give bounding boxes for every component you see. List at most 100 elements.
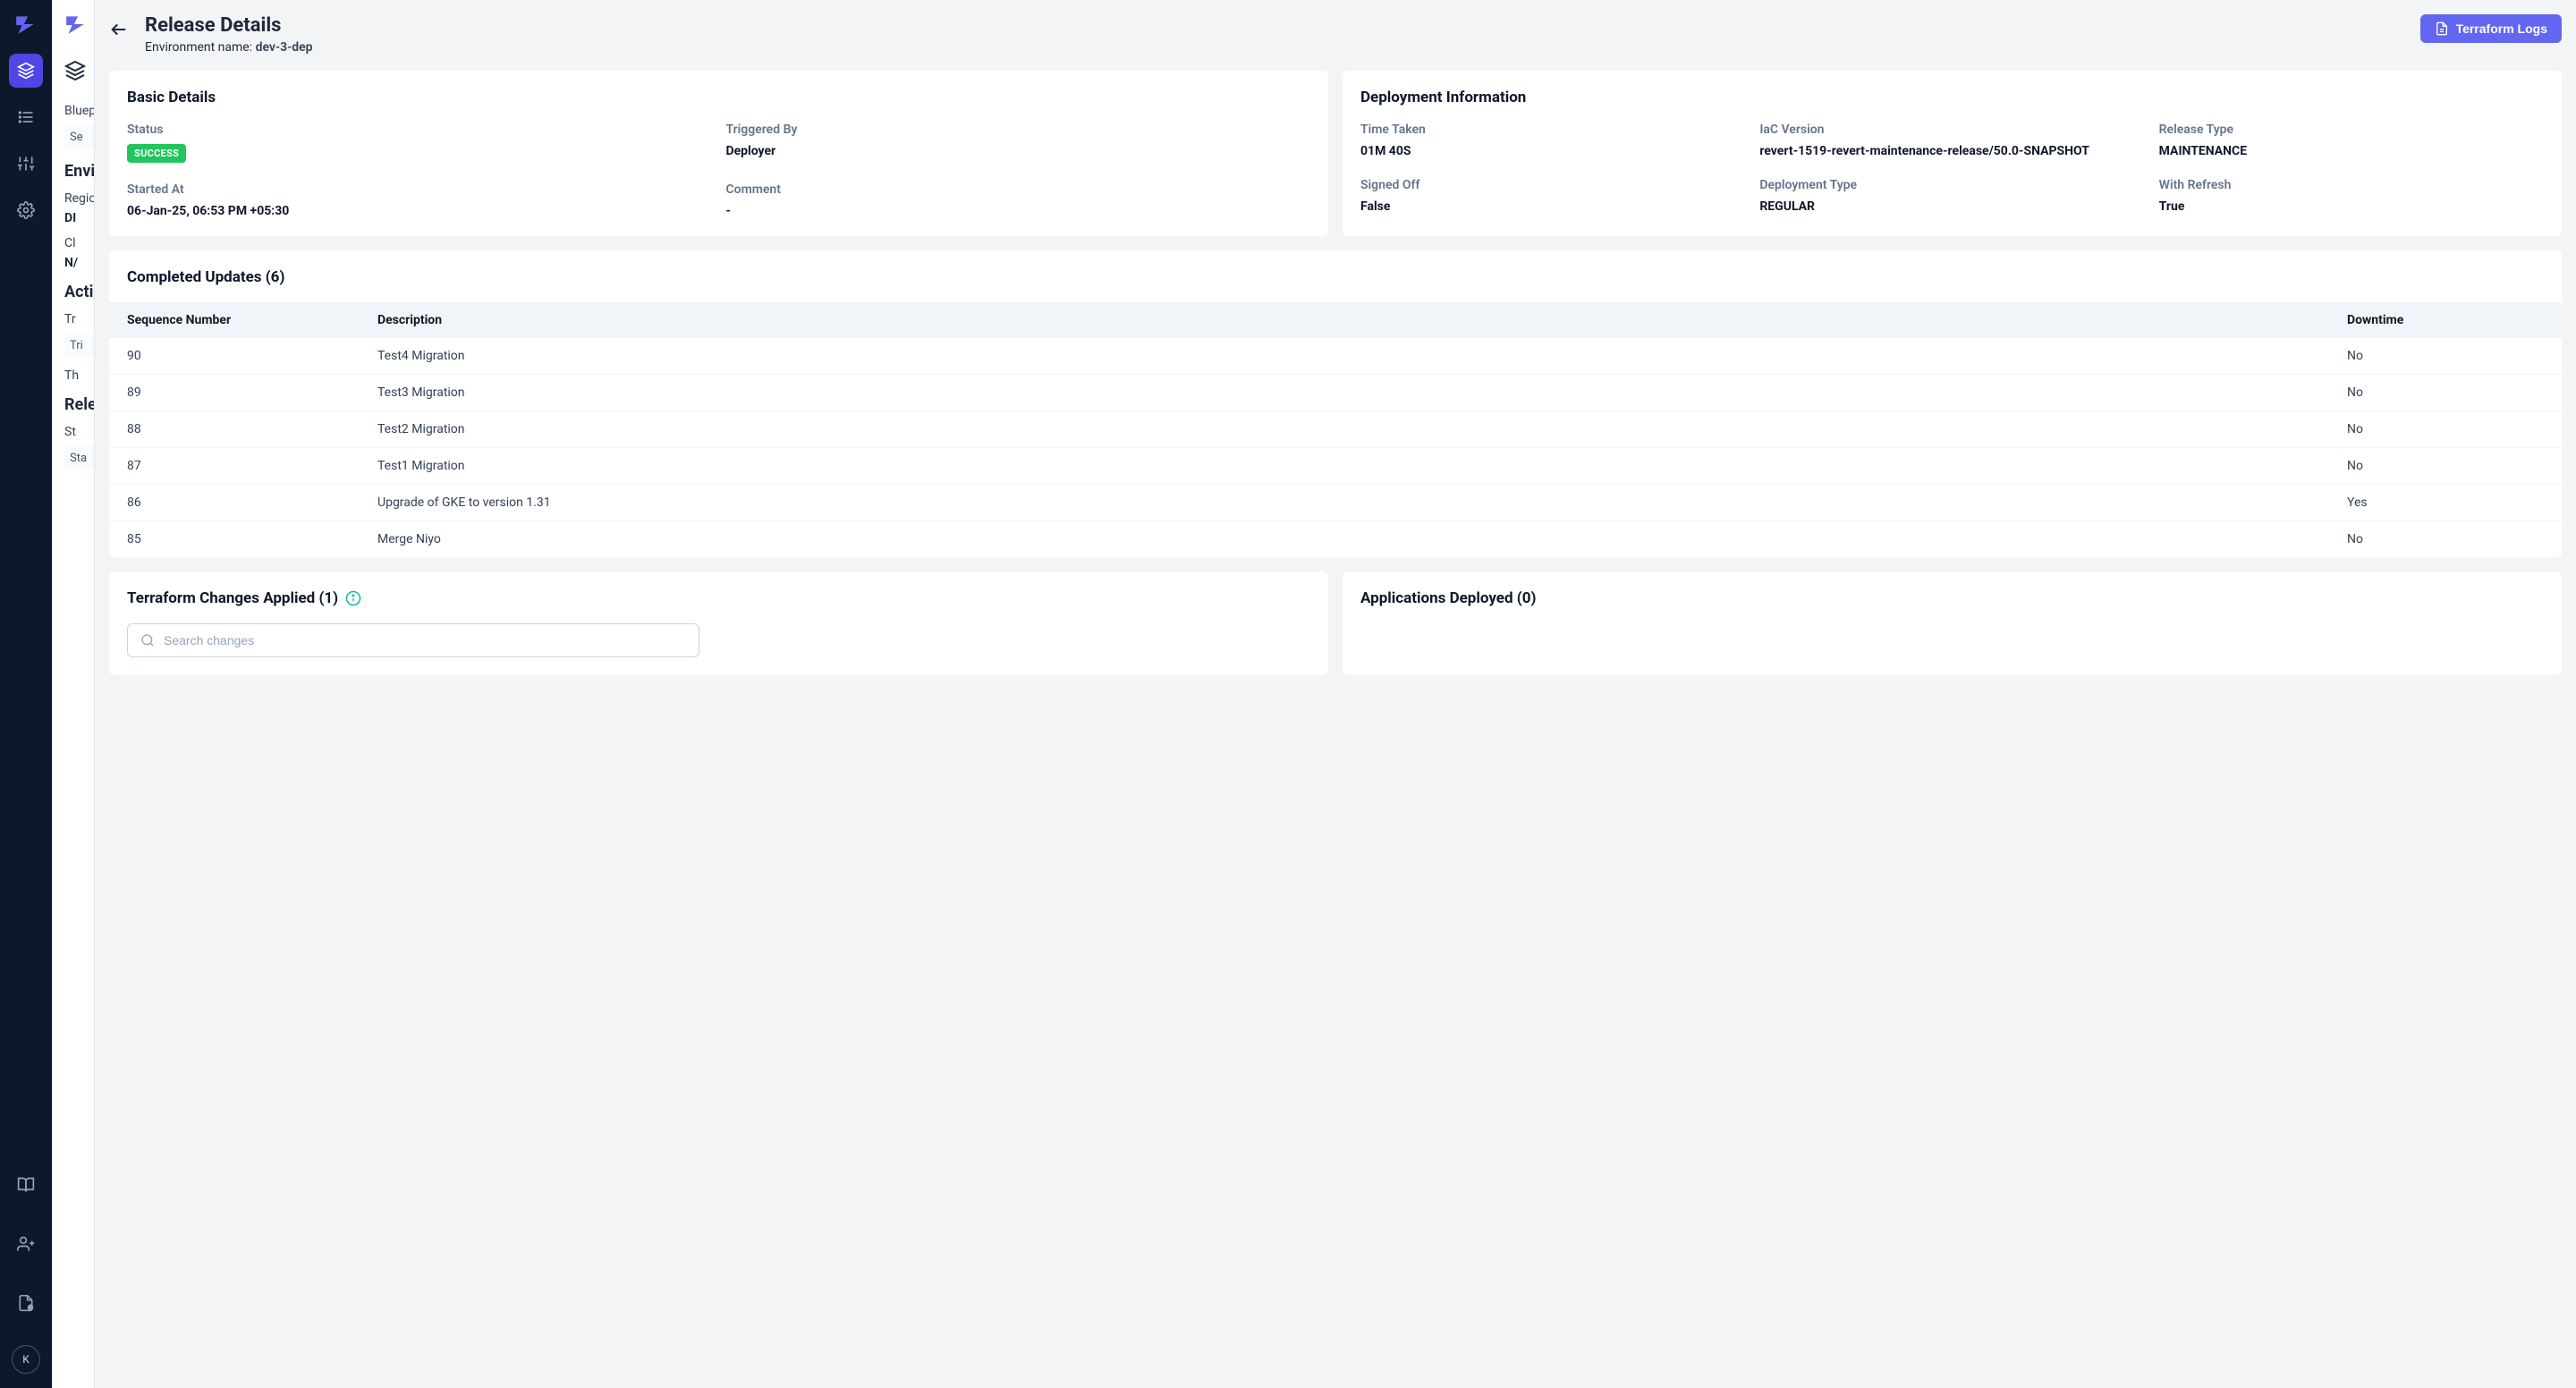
- cell-seq: 86: [127, 495, 377, 510]
- table-row: 86Upgrade of GKE to version 1.31Yes: [109, 485, 2562, 521]
- inner-search-box[interactable]: Se: [64, 125, 94, 149]
- page-header: Release Details Environment name: dev-3-…: [109, 14, 2562, 55]
- inner-cluster-value: N/: [64, 256, 94, 270]
- nav-add-user[interactable]: [9, 1227, 43, 1261]
- inner-thunder-label: Th: [64, 368, 94, 383]
- applications-deployed-title: Applications Deployed (0): [1360, 589, 2544, 607]
- inner-env-heading: Environment: [64, 162, 94, 181]
- stacks-icon[interactable]: [64, 57, 91, 84]
- completed-updates-card: Completed Updates (6) Sequence Number De…: [109, 250, 2562, 557]
- with-refresh-label: With Refresh: [2159, 178, 2544, 192]
- table-row: 88Test2 MigrationNo: [109, 411, 2562, 448]
- search-changes-box[interactable]: [127, 623, 699, 657]
- user-avatar[interactable]: K: [12, 1345, 40, 1374]
- basic-details-title: Basic Details: [127, 89, 1310, 106]
- cell-seq: 89: [127, 385, 377, 400]
- sidebar-outer: ! K: [0, 0, 52, 1388]
- back-arrow-icon[interactable]: [109, 20, 129, 39]
- inner-releases-heading: Releases: [64, 395, 94, 414]
- deployment-type-label: Deployment Type: [1759, 178, 2144, 192]
- col-downtime: Downtime: [2347, 313, 2544, 327]
- deployment-type-value: REGULAR: [1759, 199, 2144, 214]
- inner-actions-heading: Actions: [64, 283, 94, 301]
- updates-table-header: Sequence Number Description Downtime: [109, 302, 2562, 338]
- env-line: Environment name: dev-3-dep: [145, 40, 313, 55]
- nav-settings-sliders[interactable]: [9, 147, 43, 181]
- status-label: Status: [127, 123, 712, 137]
- nav-stacks[interactable]: [9, 54, 43, 88]
- page-title: Release Details: [145, 14, 313, 37]
- applications-deployed-card: Applications Deployed (0): [1343, 571, 2562, 675]
- terraform-logs-button[interactable]: Terraform Logs: [2420, 14, 2562, 43]
- terraform-logs-label: Terraform Logs: [2456, 21, 2547, 36]
- started-at-label: Started At: [127, 182, 712, 197]
- cell-downtime: No: [2347, 422, 2544, 436]
- inner-blueprint-label: Blueprint: [64, 104, 94, 118]
- cell-seq: 85: [127, 532, 377, 546]
- comment-label: Comment: [726, 182, 1311, 197]
- inner-logo: [64, 11, 91, 38]
- table-row: 89Test3 MigrationNo: [109, 375, 2562, 411]
- status-badge: SUCCESS: [127, 144, 186, 163]
- cell-downtime: No: [2347, 532, 2544, 546]
- terraform-changes-title: Terraform Changes Applied (1): [127, 589, 338, 607]
- col-description: Description: [377, 313, 2347, 327]
- triggered-by-label: Triggered By: [726, 123, 1311, 137]
- nav-gear[interactable]: [9, 193, 43, 227]
- info-icon[interactable]: [345, 590, 361, 606]
- nav-document-alert[interactable]: !: [9, 1286, 43, 1320]
- signed-off-value: False: [1360, 199, 1745, 214]
- cell-downtime: Yes: [2347, 495, 2544, 510]
- inner-status-box[interactable]: Sta: [64, 446, 94, 470]
- with-refresh-value: True: [2159, 199, 2544, 214]
- inner-region-value: DI: [64, 211, 94, 225]
- cell-downtime: No: [2347, 385, 2544, 400]
- col-sequence: Sequence Number: [127, 313, 377, 327]
- inner-status-label: St: [64, 425, 94, 439]
- inner-trigger-label: Tr: [64, 312, 94, 326]
- deployment-info-card: Deployment Information Time Taken 01M 40…: [1343, 71, 2562, 236]
- time-taken-label: Time Taken: [1360, 123, 1745, 137]
- inner-trigger-box[interactable]: Tri: [64, 334, 94, 358]
- cell-desc: Test3 Migration: [377, 385, 2347, 400]
- table-row: 87Test1 MigrationNo: [109, 448, 2562, 485]
- table-row: 85Merge NiyoNo: [109, 521, 2562, 557]
- cell-desc: Merge Niyo: [377, 532, 2347, 546]
- deployment-info-title: Deployment Information: [1360, 89, 2544, 106]
- started-at-value: 06-Jan-25, 06:53 PM +05:30: [127, 204, 712, 218]
- signed-off-label: Signed Off: [1360, 178, 1745, 192]
- search-changes-input[interactable]: [164, 633, 686, 647]
- cell-desc: Upgrade of GKE to version 1.31: [377, 495, 2347, 510]
- comment-value: -: [726, 204, 1311, 218]
- time-taken-value: 01M 40S: [1360, 144, 1745, 158]
- cell-desc: Test1 Migration: [377, 459, 2347, 473]
- table-row: 90Test4 MigrationNo: [109, 338, 2562, 375]
- triggered-by-value: Deployer: [726, 144, 1311, 158]
- cell-downtime: No: [2347, 459, 2544, 473]
- cell-downtime: No: [2347, 349, 2544, 363]
- iac-version-label: IaC Version: [1759, 123, 2144, 137]
- app-logo: [13, 11, 39, 38]
- basic-details-card: Basic Details Status SUCCESS Triggered B…: [109, 71, 1328, 236]
- nav-list[interactable]: [9, 100, 43, 134]
- sidebar-inner: Blueprint Se Environment Region DI Cl N/…: [52, 0, 95, 1388]
- inner-cluster-label: Cl: [64, 236, 94, 250]
- cell-seq: 87: [127, 459, 377, 473]
- search-icon: [140, 633, 155, 647]
- iac-version-value: revert-1519-revert-maintenance-release/5…: [1759, 144, 2144, 158]
- main-content: Release Details Environment name: dev-3-…: [95, 0, 2576, 1388]
- cell-desc: Test2 Migration: [377, 422, 2347, 436]
- avatar-initial: K: [22, 1353, 30, 1366]
- release-type-value: MAINTENANCE: [2159, 144, 2544, 158]
- env-name-label: Environment name:: [145, 40, 256, 55]
- completed-updates-title: Completed Updates (6): [109, 268, 2562, 286]
- cell-seq: 88: [127, 422, 377, 436]
- env-name-value: dev-3-dep: [256, 40, 313, 55]
- terraform-changes-card: Terraform Changes Applied (1): [109, 571, 1328, 675]
- file-icon: [2435, 21, 2449, 36]
- cell-desc: Test4 Migration: [377, 349, 2347, 363]
- cell-seq: 90: [127, 349, 377, 363]
- release-type-label: Release Type: [2159, 123, 2544, 137]
- inner-region-label: Region: [64, 191, 94, 206]
- nav-book[interactable]: [9, 1168, 43, 1202]
